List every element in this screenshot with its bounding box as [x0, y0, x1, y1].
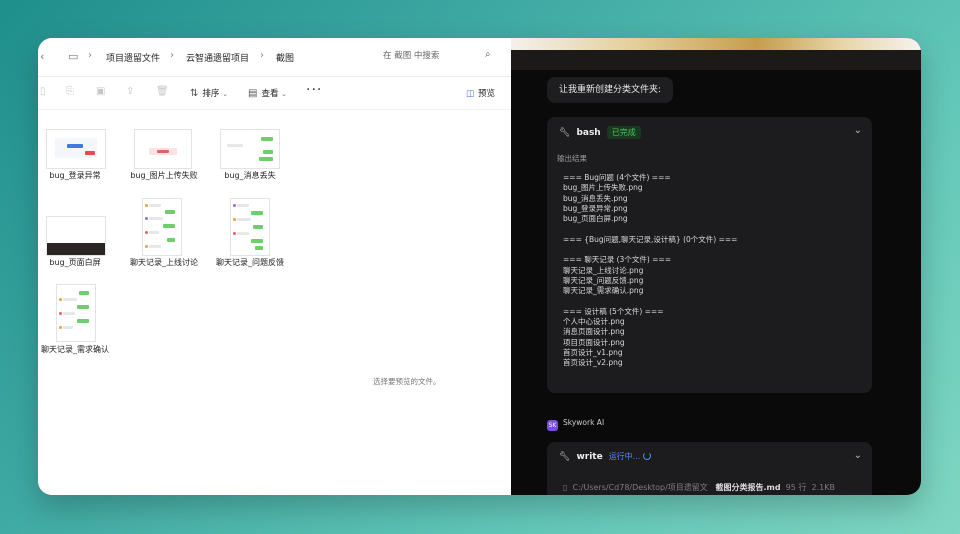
- file-thumbnail[interactable]: [46, 129, 106, 169]
- tool-panel-write: 🔧︎ write 运行中... ⌄ ▯ C:/Users/Cd78/Desktop/…: [547, 442, 872, 495]
- chat-panel: 让我重新创建分类文件夹: 🔧︎ bash 已完成 ⌄ 输出结果 === Bug问题 …: [511, 38, 921, 495]
- chevron-down-icon: ⌄: [222, 90, 228, 98]
- address-bar: ‹ ▭ › 项目遗留文件 › 云智通遗留项目 › 截图 在 截图 中搜索 ⌕: [38, 38, 511, 77]
- more-options-button[interactable]: ···: [306, 82, 322, 98]
- delete-icon[interactable]: 🗑: [156, 86, 169, 97]
- preview-empty-message: 选择要预览的文件。: [373, 377, 441, 386]
- search-input[interactable]: 在 截图 中搜索: [383, 51, 439, 61]
- file-thumbnail[interactable]: [56, 284, 96, 342]
- view-icon: ▤: [248, 88, 258, 99]
- file-thumbnail[interactable]: [134, 129, 192, 169]
- preview-button[interactable]: ◫ 预览: [466, 87, 495, 99]
- write-target: ▯ C:/Users/Cd78/Desktop/项目遗留文 截图分类报告.md …: [563, 483, 835, 492]
- breadcrumb-item[interactable]: 项目遗留文件: [106, 51, 160, 64]
- skywork-logo-icon: SK: [547, 420, 558, 431]
- breadcrumb-item[interactable]: 截图: [276, 51, 294, 64]
- file-name[interactable]: 聊天记录_问题反馈: [210, 258, 290, 268]
- share-icon[interactable]: ⇪: [126, 86, 134, 97]
- output-line: 聊天记录_上线讨论.png: [563, 265, 644, 275]
- output-line: 个人中心设计.png: [563, 317, 625, 327]
- assistant-message: 让我重新创建分类文件夹:: [547, 77, 674, 103]
- chevron-down-icon[interactable]: ⌄: [854, 125, 862, 136]
- preview-pane-icon: ◫: [466, 89, 475, 99]
- screenshot-card: ‹ ▭ › 项目遗留文件 › 云智通遗留项目 › 截图 在 截图 中搜索 ⌕ ▯…: [38, 38, 921, 495]
- nav-back-icon[interactable]: ‹: [40, 50, 44, 63]
- file-name[interactable]: bug_消息丢失: [210, 171, 290, 181]
- tool-name: bash: [576, 128, 601, 138]
- output-line: bug_页面白屏.png: [563, 214, 628, 224]
- output-line: 聊天记录_需求确认.png: [563, 286, 644, 296]
- output-line: 聊天记录_问题反馈.png: [563, 275, 644, 285]
- sort-button[interactable]: ⇅ 排序 ⌄: [190, 87, 228, 99]
- file-name[interactable]: bug_图片上传失败: [124, 171, 204, 181]
- chevron-down-icon: ⌄: [281, 90, 288, 98]
- file-thumbnail[interactable]: [230, 198, 270, 256]
- file-thumbnail[interactable]: [220, 129, 280, 169]
- output-line: === Bug问题 (4个文件) ===: [563, 173, 671, 182]
- search-box[interactable]: 在 截图 中搜索 ⌕: [383, 49, 498, 65]
- file-thumbnail[interactable]: [142, 198, 182, 256]
- status-badge: 已完成: [606, 126, 641, 139]
- toolbar: ▯ ⎘ ▣ ⇪ 🗑 ⇅ 排序 ⌄ ▤ 查看 ⌄ ··· ◫ 预览: [38, 77, 511, 110]
- copy-icon[interactable]: ⎘: [66, 86, 74, 97]
- chevron-right-icon: ›: [88, 50, 92, 61]
- chevron-right-icon: ›: [170, 50, 174, 61]
- panel-header[interactable]: 🔧︎ write 运行中...: [559, 451, 652, 462]
- paste-icon[interactable]: ▣: [96, 86, 105, 97]
- output-line: 首页设计_v1.png: [563, 348, 623, 358]
- output-line: 首页设计_v2.png: [563, 358, 623, 368]
- file-explorer: ‹ ▭ › 项目遗留文件 › 云智通遗留项目 › 截图 在 截图 中搜索 ⌕ ▯…: [38, 38, 511, 495]
- wrench-icon: 🔧︎: [559, 452, 571, 462]
- file-name[interactable]: 聊天记录_需求确认: [38, 345, 115, 355]
- file-thumbnail[interactable]: [46, 216, 106, 256]
- output-line: 项目页面设计.png: [563, 337, 625, 347]
- file-name[interactable]: bug_页面白屏: [38, 258, 115, 268]
- chevron-down-icon[interactable]: ⌄: [854, 450, 862, 461]
- panel-header[interactable]: 🔧︎ bash 已完成: [559, 126, 641, 139]
- file-name[interactable]: bug_登录异常: [38, 171, 115, 181]
- output-line: 消息页面设计.png: [563, 327, 625, 337]
- output-line: === 聊天记录 (3个文件) ===: [563, 255, 671, 265]
- file-icon: ▯: [563, 483, 568, 492]
- cut-icon[interactable]: ▯: [40, 86, 46, 97]
- monitor-icon[interactable]: ▭: [68, 50, 78, 63]
- search-icon[interactable]: ⌕: [485, 49, 491, 60]
- output-line: === {Bug问题,聊天记录,设计稿} (0个文件) ===: [563, 234, 738, 244]
- chevron-right-icon: ›: [260, 50, 264, 61]
- command-output: === Bug问题 (4个文件) === bug_图片上传失败.png bug_消息…: [563, 173, 737, 369]
- assistant-label: SK Skywork AI: [547, 418, 605, 431]
- decorative-banner: [511, 38, 921, 50]
- view-button[interactable]: ▤ 查看 ⌄: [248, 87, 287, 99]
- sort-icon: ⇅: [190, 88, 199, 99]
- status-badge: 运行中...: [609, 451, 652, 462]
- output-line: bug_登录异常.png: [563, 203, 628, 213]
- output-line: bug_消息丢失.png: [563, 193, 628, 203]
- output-line: bug_图片上传失败.png: [563, 183, 643, 193]
- spinner-icon: [643, 452, 652, 460]
- breadcrumb-item[interactable]: 云智通遗留项目: [186, 51, 249, 64]
- output-line: === 设计稿 (5个文件) ===: [563, 306, 664, 316]
- tool-name: write: [576, 452, 603, 462]
- file-name[interactable]: 聊天记录_上线讨论: [124, 258, 204, 268]
- wrench-icon: 🔧︎: [559, 128, 571, 138]
- output-label: 输出结果: [557, 154, 587, 163]
- tool-panel-bash: 🔧︎ bash 已完成 ⌄ 输出结果 === Bug问题 (4个文件) === bug…: [547, 117, 872, 393]
